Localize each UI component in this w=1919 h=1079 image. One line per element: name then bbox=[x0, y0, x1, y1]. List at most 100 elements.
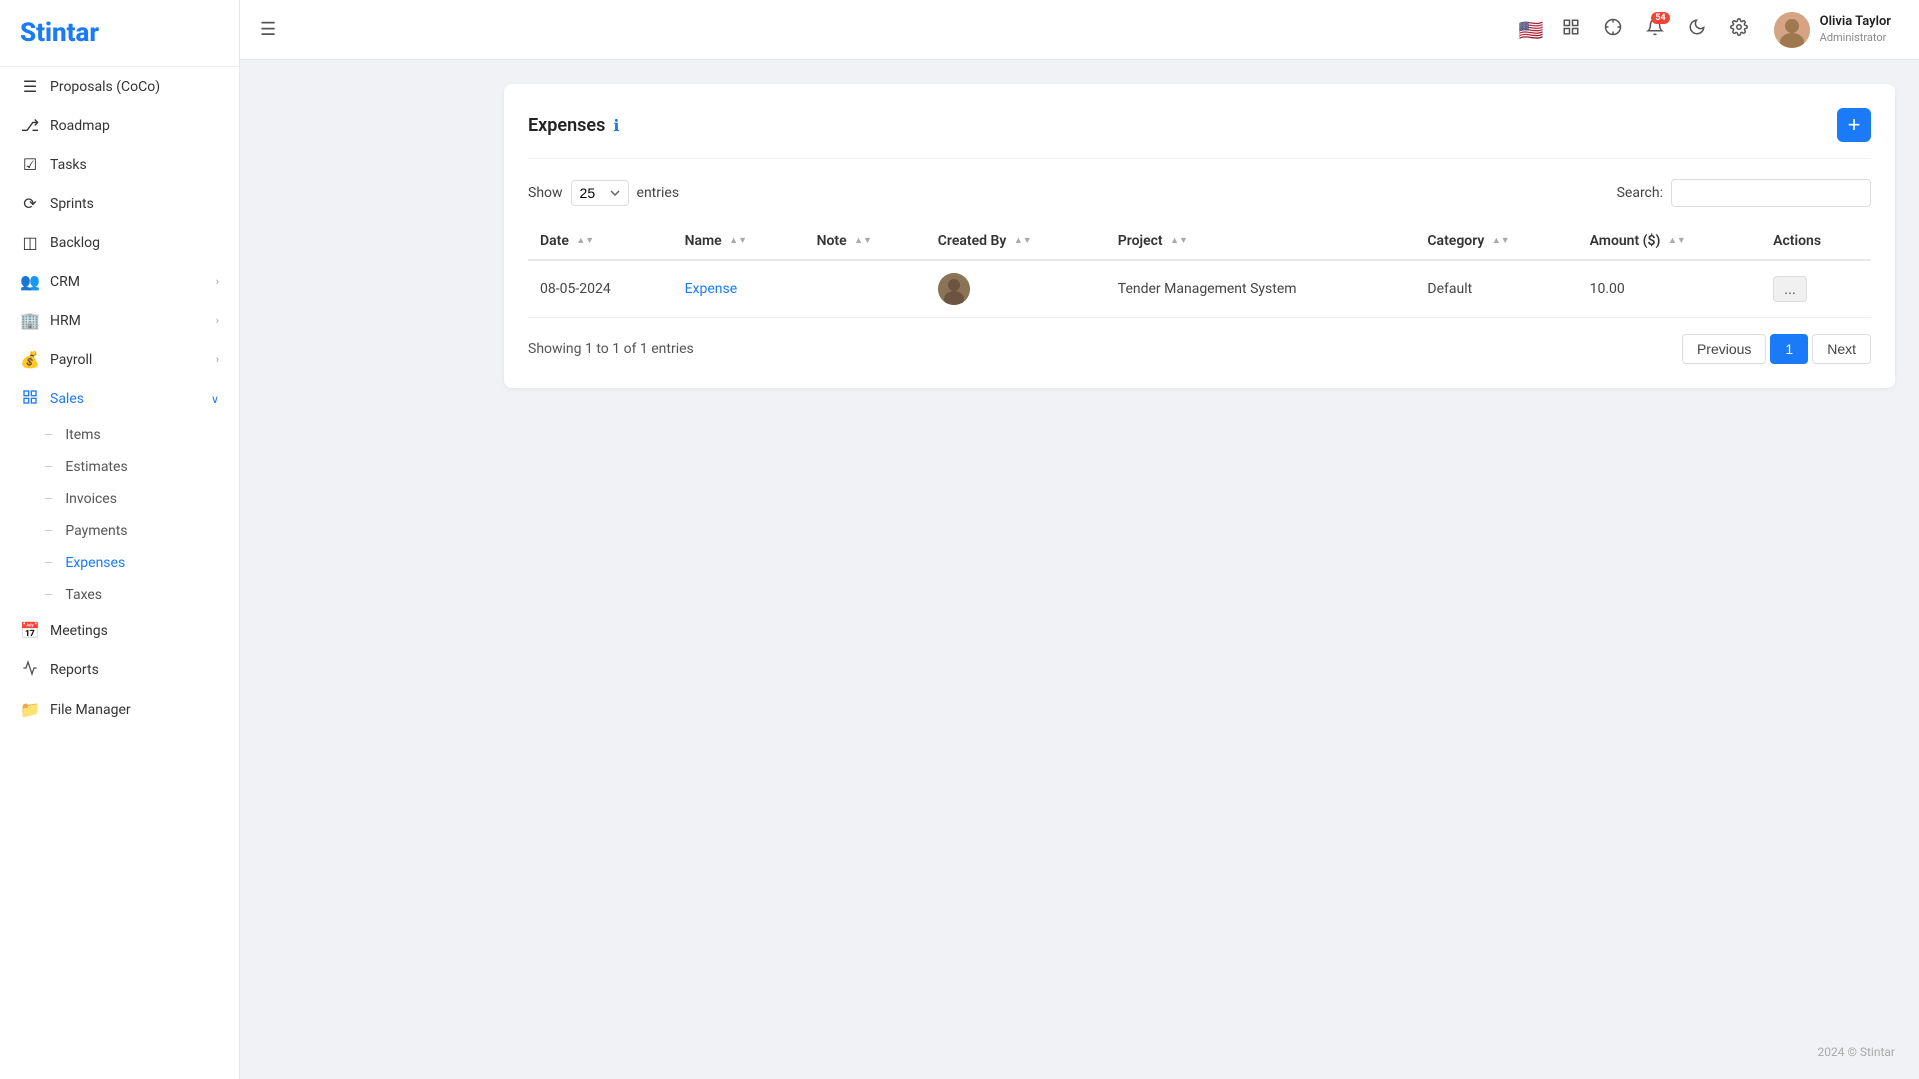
col-project[interactable]: Project ▲▼ bbox=[1106, 223, 1416, 260]
tasks-icon: ☑ bbox=[20, 155, 40, 174]
sidebar-item-label: Sprints bbox=[50, 196, 94, 212]
chevron-right-icon: › bbox=[216, 275, 219, 288]
sidebar-item-proposals[interactable]: ☰ Proposals (CoCo) bbox=[0, 67, 239, 106]
sidebar-item-crm[interactable]: 👥 CRM › bbox=[0, 262, 239, 301]
sidebar-item-label: CRM bbox=[50, 274, 80, 290]
sidebar-subitem-invoices[interactable]: Invoices bbox=[0, 483, 239, 515]
table-controls: Show 25 10 50 100 entries Search: bbox=[528, 179, 1871, 207]
payroll-icon: 💰 bbox=[20, 350, 40, 369]
entries-label: entries bbox=[637, 185, 680, 201]
avatar bbox=[1774, 12, 1810, 48]
reports-icon bbox=[20, 660, 40, 680]
cell-created-by bbox=[926, 260, 1106, 318]
backlog-icon: ◫ bbox=[20, 233, 40, 252]
expense-name-link[interactable]: Expense bbox=[685, 281, 738, 297]
sidebar-subitem-items[interactable]: Items bbox=[0, 419, 239, 451]
user-name: Olivia Taylor bbox=[1820, 14, 1891, 31]
sidebar-item-label: Meetings bbox=[50, 623, 108, 639]
crosshair-icon[interactable] bbox=[1598, 12, 1628, 47]
cell-actions: ... bbox=[1761, 260, 1871, 318]
col-actions: Actions bbox=[1761, 223, 1871, 260]
page-header: Expenses ℹ + bbox=[528, 108, 1871, 159]
page-1-button[interactable]: 1 bbox=[1770, 334, 1808, 364]
sidebar-item-label: Proposals (CoCo) bbox=[50, 79, 160, 95]
entries-select[interactable]: 25 10 50 100 bbox=[571, 180, 629, 206]
roadmap-icon: ⎇ bbox=[20, 116, 40, 135]
col-created-by[interactable]: Created By ▲▼ bbox=[926, 223, 1106, 260]
user-info: Olivia Taylor Administrator bbox=[1820, 14, 1891, 45]
user-role: Administrator bbox=[1820, 31, 1891, 45]
col-name[interactable]: Name ▲▼ bbox=[673, 223, 805, 260]
sidebar-item-label: Backlog bbox=[50, 235, 100, 251]
cell-name: Expense bbox=[673, 260, 805, 318]
user-profile[interactable]: Olivia Taylor Administrator bbox=[1766, 8, 1899, 52]
actions-button[interactable]: ... bbox=[1773, 276, 1807, 302]
crm-icon: 👥 bbox=[20, 272, 40, 291]
sidebar-item-label: HRM bbox=[50, 313, 81, 329]
sidebar-subitem-label: Payments bbox=[65, 523, 127, 539]
notification-icon[interactable]: 54 bbox=[1640, 12, 1670, 47]
sidebar-item-label: Reports bbox=[50, 662, 99, 678]
notification-badge: 54 bbox=[1651, 12, 1669, 24]
pagination-area: Showing 1 to 1 of 1 entries Previous 1 N… bbox=[528, 334, 1871, 364]
sprints-icon: ⟳ bbox=[20, 194, 40, 213]
sidebar-item-tasks[interactable]: ☑ Tasks bbox=[0, 145, 239, 184]
sidebar-subitem-label: Taxes bbox=[65, 587, 102, 603]
col-date[interactable]: Date ▲▼ bbox=[528, 223, 673, 260]
cell-date: 08-05-2024 bbox=[528, 260, 673, 318]
sidebar-item-file-manager[interactable]: 📁 File Manager bbox=[0, 690, 239, 729]
col-category[interactable]: Category ▲▼ bbox=[1415, 223, 1577, 260]
col-note[interactable]: Note ▲▼ bbox=[805, 223, 926, 260]
proposals-icon: ☰ bbox=[20, 77, 40, 96]
logo: Stintar bbox=[0, 0, 239, 67]
sidebar-subitem-expenses[interactable]: Expenses bbox=[0, 547, 239, 579]
sidebar-item-sales[interactable]: Sales ∨ bbox=[0, 379, 239, 419]
expenses-table: Date ▲▼ Name ▲▼ Note ▲▼ Created By ▲▼ bbox=[528, 223, 1871, 318]
sort-icon-note: ▲▼ bbox=[854, 237, 872, 246]
sidebar-item-meetings[interactable]: 📅 Meetings bbox=[0, 611, 239, 650]
header: ☰ 🇺🇸 54 Olivia Taylor Administrator bbox=[240, 0, 1919, 60]
sort-icon-category: ▲▼ bbox=[1492, 237, 1510, 246]
sidebar-subitem-payments[interactable]: Payments bbox=[0, 515, 239, 547]
sidebar-subitem-label: Estimates bbox=[65, 459, 127, 475]
chevron-right-icon: › bbox=[216, 353, 219, 366]
next-button[interactable]: Next bbox=[1812, 334, 1871, 364]
language-flag[interactable]: 🇺🇸 bbox=[1519, 18, 1544, 42]
main-content: Expenses ℹ + Show 25 10 50 100 entries S… bbox=[480, 60, 1919, 1079]
sidebar-item-backlog[interactable]: ◫ Backlog bbox=[0, 223, 239, 262]
footer: 2024 © Stintar bbox=[1794, 1025, 1919, 1079]
expenses-card: Expenses ℹ + Show 25 10 50 100 entries S… bbox=[504, 84, 1895, 388]
settings-icon[interactable] bbox=[1724, 12, 1754, 47]
sidebar-item-sprints[interactable]: ⟳ Sprints bbox=[0, 184, 239, 223]
sidebar-item-payroll[interactable]: 💰 Payroll › bbox=[0, 340, 239, 379]
add-expense-button[interactable]: + bbox=[1837, 108, 1871, 142]
sidebar-subitem-taxes[interactable]: Taxes bbox=[0, 579, 239, 611]
sidebar-item-label: Sales bbox=[50, 391, 84, 407]
sidebar-subitem-label: Items bbox=[65, 427, 100, 443]
search-input[interactable] bbox=[1671, 179, 1871, 207]
logo-text: Stintar bbox=[20, 18, 99, 48]
footer-text: 2024 © Stintar bbox=[1818, 1045, 1895, 1059]
sidebar-subitem-estimates[interactable]: Estimates bbox=[0, 451, 239, 483]
sidebar-item-hrm[interactable]: 🏢 HRM › bbox=[0, 301, 239, 340]
cell-project: Tender Management System bbox=[1106, 260, 1416, 318]
info-icon[interactable]: ℹ bbox=[613, 116, 619, 135]
col-amount[interactable]: Amount ($) ▲▼ bbox=[1578, 223, 1761, 260]
sidebar-item-label: Payroll bbox=[50, 352, 92, 368]
showing-text: Showing 1 to 1 of 1 entries bbox=[528, 341, 694, 357]
dark-mode-icon[interactable] bbox=[1682, 12, 1712, 47]
sidebar-subitem-label: Invoices bbox=[65, 491, 117, 507]
sort-icon-created-by: ▲▼ bbox=[1014, 237, 1032, 246]
cell-amount: 10.00 bbox=[1578, 260, 1761, 318]
sidebar-item-reports[interactable]: Reports bbox=[0, 650, 239, 690]
menu-icon[interactable]: ☰ bbox=[260, 19, 276, 40]
previous-button[interactable]: Previous bbox=[1682, 334, 1766, 364]
sidebar-item-label: File Manager bbox=[50, 702, 131, 718]
sort-icon-project: ▲▼ bbox=[1170, 237, 1188, 246]
show-label: Show bbox=[528, 185, 563, 201]
sidebar-item-label: Tasks bbox=[50, 157, 87, 173]
grid-icon[interactable] bbox=[1556, 12, 1586, 47]
hrm-icon: 🏢 bbox=[20, 311, 40, 330]
sidebar-item-label: Roadmap bbox=[50, 118, 110, 134]
sidebar-item-roadmap[interactable]: ⎇ Roadmap bbox=[0, 106, 239, 145]
